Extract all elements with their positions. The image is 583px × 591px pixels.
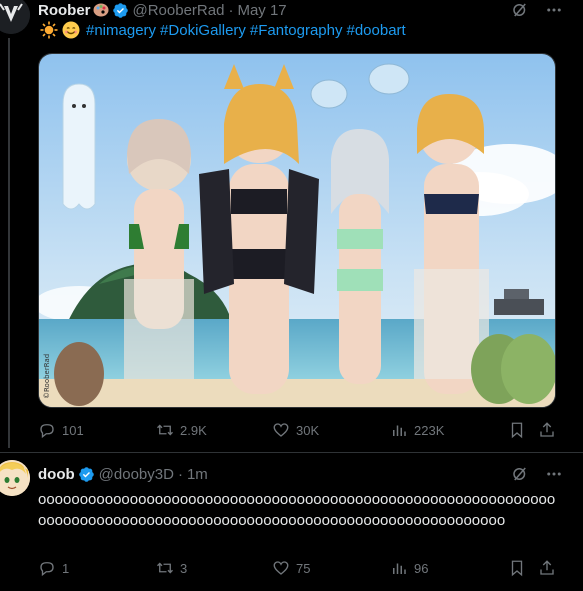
roober-avatar[interactable]: [0, 0, 30, 34]
tweet-actions: 101 2.9K 30K 223K: [38, 420, 558, 440]
tweet-actions: 1 3 75 96: [38, 558, 558, 578]
tweet-body-text: oooooooooooooooooooooooooooooooooooooooo…: [38, 491, 556, 529]
grok-icon[interactable]: [511, 465, 529, 483]
thread-connector-line: [8, 38, 10, 448]
like-count: 75: [296, 560, 311, 576]
image-signature: ©RooberRad: [43, 354, 51, 399]
tweet-header-actions: [511, 0, 563, 20]
view-count: 223K: [414, 422, 445, 438]
bookmark-button[interactable]: [508, 559, 532, 577]
reply-icon: [40, 424, 54, 439]
like-icon: [273, 561, 289, 575]
author-handle[interactable]: @dooby3D: [99, 466, 174, 483]
share-button[interactable]: [538, 559, 562, 577]
bookmark-icon: [511, 560, 523, 577]
bookmark-icon: [511, 422, 523, 439]
like-button[interactable]: 75: [272, 559, 310, 577]
share-button[interactable]: [538, 421, 562, 439]
view-count: 96: [414, 560, 429, 576]
repost-count: 3: [180, 560, 188, 576]
views-icon: [393, 563, 406, 574]
separator-dot: ·: [177, 465, 183, 483]
author-name[interactable]: Roober: [38, 2, 91, 19]
share-icon: [540, 422, 554, 437]
tweet-text: #nimagery #DokiGallery #Fantography #doo…: [38, 21, 410, 39]
hashtag-link[interactable]: #Fantography: [250, 22, 343, 39]
views-button[interactable]: 223K: [390, 421, 444, 439]
repost-count: 2.9K: [180, 422, 207, 438]
repost-button[interactable]: 2.9K: [156, 421, 207, 439]
more-icon[interactable]: [545, 1, 563, 19]
smiling-face-emoji-icon: [62, 21, 80, 39]
verified-badge-icon[interactable]: [112, 2, 129, 19]
verified-badge-icon[interactable]: [78, 466, 95, 483]
views-button[interactable]: 96: [390, 559, 428, 577]
reply-count: 1: [62, 560, 70, 576]
grok-icon[interactable]: [511, 1, 529, 19]
bookmark-button[interactable]: [508, 421, 532, 439]
tweet-date[interactable]: May 17: [237, 2, 286, 19]
reply-icon: [40, 562, 54, 577]
tweet-header-actions: [511, 464, 563, 484]
reply-count: 101: [62, 422, 84, 438]
tweet-doob-header-row: doob @dooby3D · 1m: [0, 461, 583, 485]
like-count: 30K: [296, 422, 320, 438]
repost-icon: [157, 562, 173, 574]
tweet-header: doob @dooby3D · 1m: [38, 464, 208, 484]
reply-button[interactable]: 101: [38, 421, 84, 439]
hashtag-link[interactable]: #nimagery: [86, 22, 156, 39]
hashtag-link[interactable]: #doobart: [347, 22, 406, 39]
tweet-header: Roober @RooberRad · May 17: [38, 0, 287, 20]
separator-dot: ·: [228, 1, 234, 19]
share-icon: [540, 560, 554, 575]
sun-emoji-icon: [40, 21, 58, 39]
tweet-image[interactable]: ©RooberRad: [38, 53, 556, 408]
author-name[interactable]: doob: [38, 466, 75, 483]
palette-emoji-icon: [93, 2, 109, 18]
tweet-roober[interactable]: Roober @RooberRad · May 17 #nimagery #Do…: [0, 0, 583, 453]
tweet-date[interactable]: 1m: [187, 466, 208, 483]
repost-icon: [157, 424, 173, 436]
author-handle[interactable]: @RooberRad: [133, 2, 225, 19]
hashtag-link[interactable]: #DokiGallery: [160, 22, 246, 39]
repost-button[interactable]: 3: [156, 559, 187, 577]
beach-illustration: ©RooberRad: [39, 54, 555, 407]
reply-button[interactable]: 1: [38, 559, 69, 577]
like-button[interactable]: 30K: [272, 421, 319, 439]
views-icon: [393, 425, 406, 436]
like-icon: [273, 423, 289, 437]
more-icon[interactable]: [545, 465, 563, 483]
